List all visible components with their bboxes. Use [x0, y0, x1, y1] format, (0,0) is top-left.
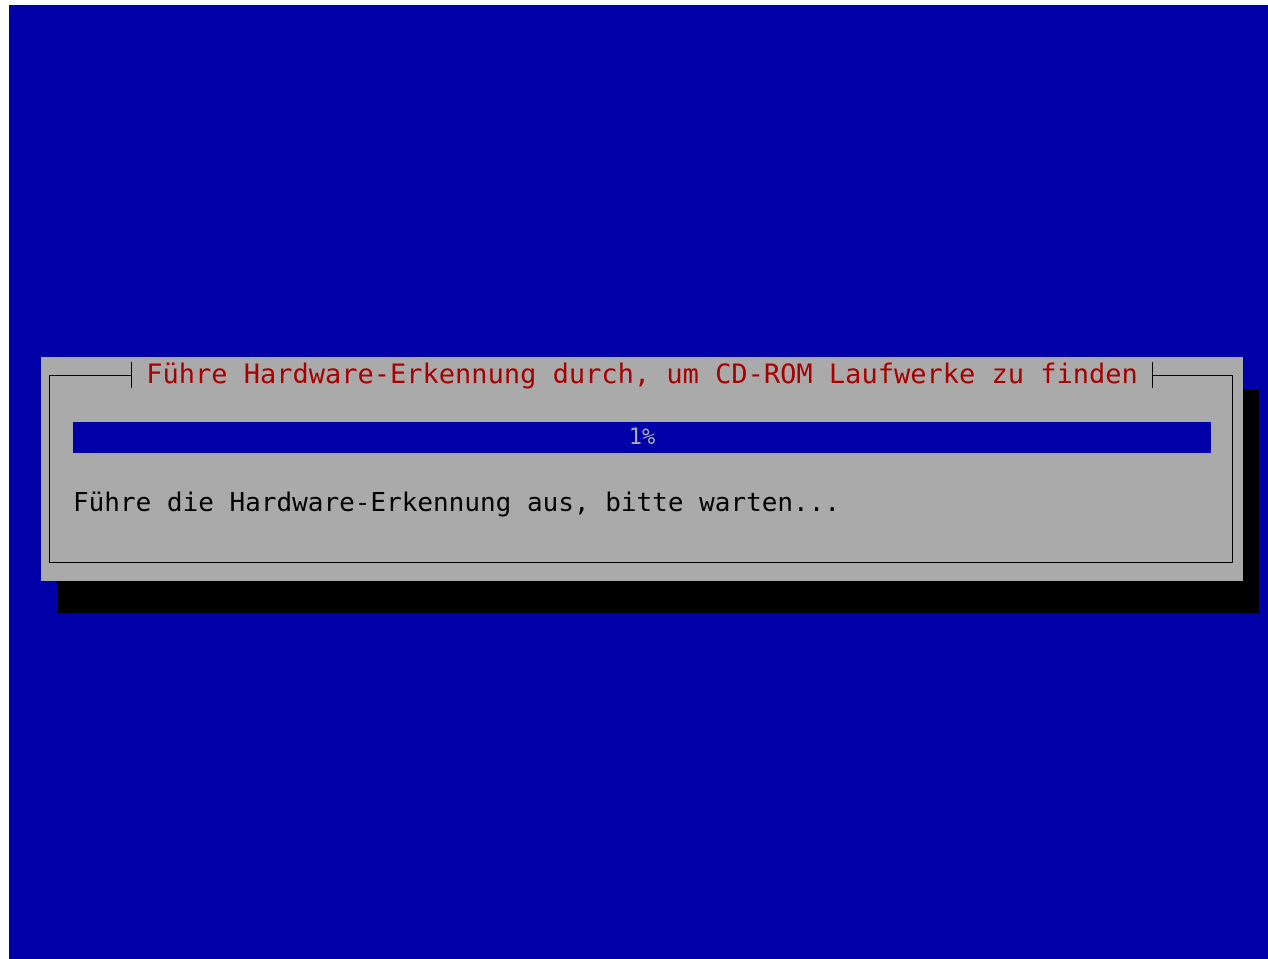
dialog-frame: [49, 375, 1233, 563]
progress-bar: 1%: [73, 422, 1211, 453]
progress-percent-label: 1%: [628, 425, 656, 450]
status-message: Führe die Hardware-Erkennung aus, bitte …: [73, 488, 841, 518]
progress-dialog: Führe Hardware-Erkennung durch, um CD-RO…: [41, 357, 1243, 581]
